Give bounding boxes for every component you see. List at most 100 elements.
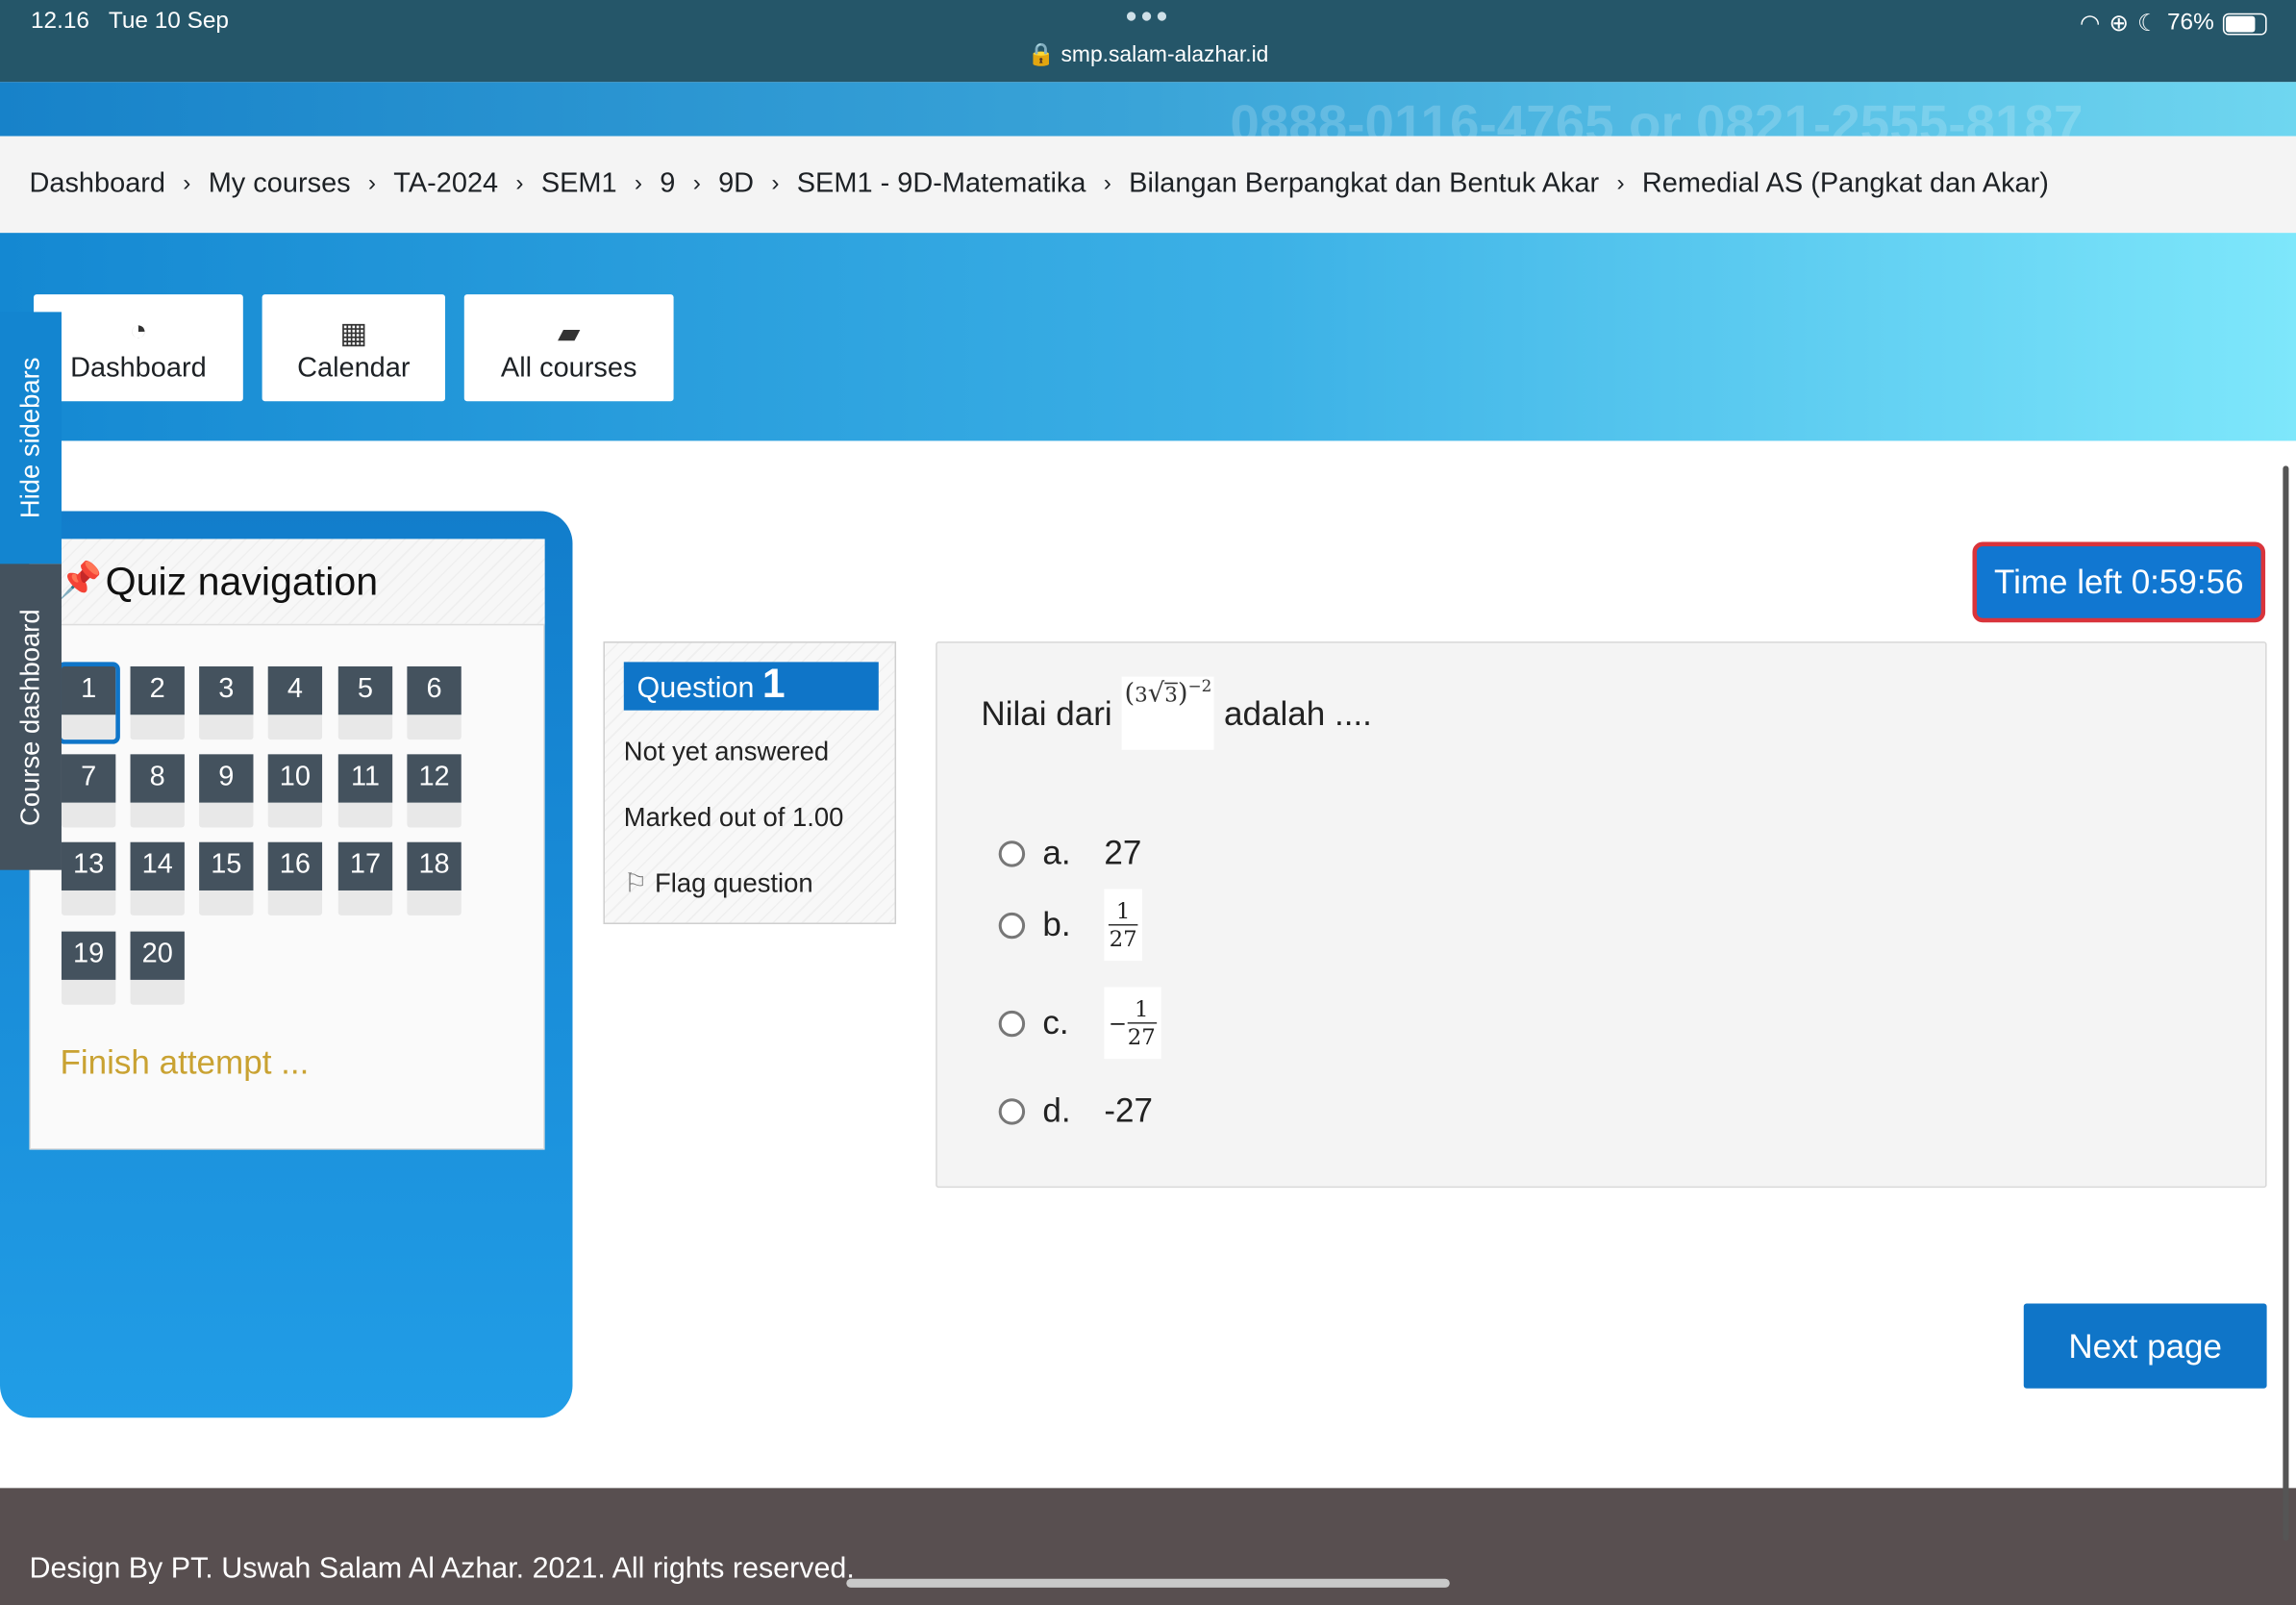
question-number: 12 xyxy=(407,754,462,803)
breadcrumb-item[interactable]: TA-2024 xyxy=(393,168,498,201)
question-nav-button[interactable]: 20 xyxy=(130,931,185,1005)
question-info: Question 1 Not yet answered Marked out o… xyxy=(603,641,897,925)
breadcrumb-item[interactable]: 9 xyxy=(660,168,675,201)
question-number: 1 xyxy=(61,665,116,715)
question-nav-button[interactable]: 6 xyxy=(407,665,462,740)
quiz-navigation-title: Quiz navigation xyxy=(105,559,379,604)
all-courses-button[interactable]: ▰ All courses xyxy=(463,294,674,402)
question-nav-button[interactable]: 13 xyxy=(61,841,116,915)
breadcrumb: Dashboard › My courses › TA-2024 › SEM1 › 9 › 9D › S… xyxy=(0,136,2296,234)
question-nav-button[interactable]: 7 xyxy=(61,754,116,828)
question-number: 7 xyxy=(61,754,116,803)
breadcrumb-item[interactable]: SEM1 xyxy=(541,168,617,201)
breadcrumb-item[interactable]: 9D xyxy=(718,168,754,201)
question-number: 17 xyxy=(337,841,393,890)
option-b[interactable]: b. 1 27 xyxy=(998,889,1142,962)
question-number: 13 xyxy=(61,841,116,890)
more-icon[interactable]: ●●● xyxy=(0,3,2296,26)
question-nav-button[interactable]: 8 xyxy=(130,754,185,828)
dashboard-icon: ◔ xyxy=(129,314,148,347)
question-nav-button[interactable]: 12 xyxy=(407,754,462,828)
question-number: 4 xyxy=(267,665,323,715)
question-number: 8 xyxy=(130,754,185,803)
question-text: Nilai dari (3√3)−2 adalah .... xyxy=(981,676,1372,750)
question-nav-button[interactable]: 14 xyxy=(130,841,185,915)
question-number: 14 xyxy=(130,841,185,890)
question-content: Nilai dari (3√3)−2 adalah .... a. 27 b. 1 2… xyxy=(936,641,2267,1189)
time-left: Time left 0:59:56 xyxy=(1972,541,2266,623)
quiz-navigation-header: 📌 Quiz navigation xyxy=(29,539,545,626)
question-number: 15 xyxy=(199,841,254,890)
breadcrumb-item[interactable]: SEM1 - 9D-Matematika xyxy=(797,168,1086,201)
wifi-icon: ◠ xyxy=(2080,12,2101,38)
question-number: 20 xyxy=(130,931,185,980)
question-nav-button[interactable]: 19 xyxy=(61,931,116,1005)
address-bar[interactable]: 🔒 smp.salam-alazhar.id xyxy=(0,41,2296,67)
question-number: 2 xyxy=(130,665,185,715)
rotation-lock-icon: ⊕ xyxy=(2109,12,2129,38)
question-nav-button[interactable]: 5 xyxy=(337,665,393,740)
dashboard-button[interactable]: ◔ Dashboard xyxy=(34,294,243,402)
question-nav-button[interactable]: 4 xyxy=(267,665,323,740)
chevron-right-icon: › xyxy=(1616,171,1625,197)
breadcrumb-item[interactable]: My courses xyxy=(209,168,351,201)
question-nav-button[interactable]: 1 xyxy=(57,662,120,744)
option-d-radio[interactable] xyxy=(998,1097,1026,1124)
question-nav-button[interactable]: 11 xyxy=(337,754,393,828)
book-icon: ▰ xyxy=(557,317,581,350)
question-nav-button[interactable]: 10 xyxy=(267,754,323,828)
home-indicator[interactable] xyxy=(846,1578,1450,1588)
breadcrumb-item[interactable]: Bilangan Berpangkat dan Bentuk Akar xyxy=(1129,168,1599,201)
finish-attempt-link[interactable]: Finish attempt ... xyxy=(60,1042,309,1082)
site-banner: 0888-0116-4765 or 0821-2555-8187 xyxy=(0,82,2296,137)
question-number: 10 xyxy=(267,754,323,803)
chevron-right-icon: › xyxy=(692,171,701,197)
battery-icon xyxy=(2222,12,2267,35)
question-nav-button[interactable]: 18 xyxy=(407,841,462,915)
question-number: 9 xyxy=(199,754,254,803)
question-nav-button[interactable]: 15 xyxy=(199,841,254,915)
moon-icon: ☾ xyxy=(2137,12,2159,38)
question-number: 3 xyxy=(199,665,254,715)
option-d[interactable]: d. -27 xyxy=(998,1091,1153,1131)
question-nav-button[interactable]: 17 xyxy=(337,841,393,915)
pin-icon[interactable]: 📌 xyxy=(59,560,103,602)
question-number: 19 xyxy=(61,931,116,980)
footer-text: Design By PT. Uswah Salam Al Azhar. 2021… xyxy=(29,1552,855,1585)
lock-icon: 🔒 xyxy=(1027,42,1056,68)
course-dashboard-tab[interactable]: Course dashboard xyxy=(0,564,62,870)
question-nav-button[interactable]: 9 xyxy=(199,754,254,828)
fraction: −1 27 xyxy=(1104,987,1161,1060)
flag-icon: ⚐ xyxy=(623,868,648,898)
status-icons: ◠ ⊕ ☾ 76% xyxy=(2080,9,2267,38)
breadcrumb-item[interactable]: Dashboard xyxy=(29,168,165,201)
flag-question-button[interactable]: ⚐ Flag question xyxy=(624,868,813,899)
question-number: 16 xyxy=(267,841,323,890)
question-formula: (3√3)−2 xyxy=(1121,676,1215,750)
question-number: 5 xyxy=(337,665,393,715)
question-nav-button[interactable]: 16 xyxy=(267,841,323,915)
option-a[interactable]: a. 27 xyxy=(998,834,1141,873)
question-number: 11 xyxy=(337,754,393,803)
question-nav-button[interactable]: 3 xyxy=(199,665,254,740)
question-number-badge: Question 1 xyxy=(623,662,879,711)
question-number: 18 xyxy=(407,841,462,890)
question-status: Not yet answered xyxy=(623,737,830,766)
chevron-right-icon: › xyxy=(367,171,377,197)
question-marks: Marked out of 1.00 xyxy=(623,802,844,833)
hide-sidebars-tab[interactable]: Hide sidebars xyxy=(0,312,62,564)
chevron-right-icon: › xyxy=(634,171,643,197)
status-bar: 12.16 Tue 10 Sep ●●● 🔒 smp.salam-alazhar… xyxy=(0,0,2296,83)
calendar-button[interactable]: ▦ Calendar xyxy=(262,294,445,402)
scrollbar[interactable] xyxy=(2283,465,2289,1542)
option-b-radio[interactable] xyxy=(998,912,1026,939)
battery-percent: 76% xyxy=(2166,10,2214,36)
next-page-button[interactable]: Next page xyxy=(2023,1303,2267,1389)
option-c[interactable]: c. −1 27 xyxy=(998,987,1161,1060)
option-c-radio[interactable] xyxy=(998,1010,1026,1037)
chevron-right-icon: › xyxy=(1103,171,1111,197)
breadcrumb-item[interactable]: Remedial AS (Pangkat dan Akar) xyxy=(1642,168,2049,201)
question-number: 6 xyxy=(407,665,462,715)
option-a-radio[interactable] xyxy=(998,840,1026,866)
question-nav-button[interactable]: 2 xyxy=(130,665,185,740)
